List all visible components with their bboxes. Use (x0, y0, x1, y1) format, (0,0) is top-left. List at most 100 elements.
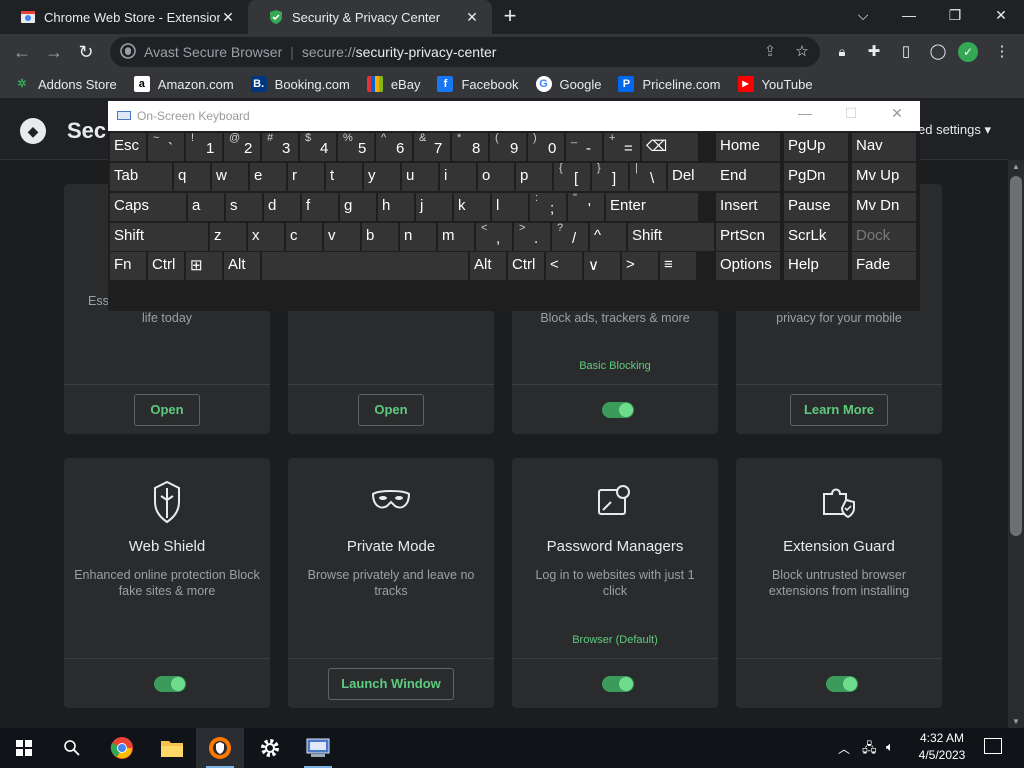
toggle-switch[interactable] (602, 402, 634, 418)
osk-key[interactable]: ! 1 (186, 132, 222, 161)
osk-nav-key[interactable]: Options (716, 252, 780, 280)
security-check-icon[interactable]: ✓ (958, 42, 978, 62)
osk-nav-key[interactable]: End (716, 163, 780, 191)
bookmark-booking[interactable]: B. Booking.com (250, 76, 350, 92)
osk-key[interactable]: {[ (554, 162, 590, 191)
osk-nav-key[interactable]: PrtScn (716, 223, 780, 251)
bookmark-star-icon[interactable]: ☆ (792, 42, 812, 62)
osk-key[interactable]: Alt (470, 252, 506, 280)
tab-chrome-web-store[interactable]: Chrome Web Store - Extensions ✕ (0, 0, 248, 34)
osk-key[interactable]: :; (530, 192, 566, 221)
notifications-icon[interactable] (984, 738, 1002, 754)
avast-browser-taskbar-icon[interactable] (196, 728, 244, 768)
tab-security-privacy[interactable]: Security & Privacy Center ✕ (248, 0, 492, 34)
osk-key[interactable]: t (326, 163, 362, 191)
osk-nav-key[interactable]: Dock (852, 223, 916, 251)
osk-key[interactable]: Tab (110, 163, 172, 191)
taskbar-clock[interactable]: 4:32 AM 4/5/2023 (912, 730, 972, 764)
osk-nav-key[interactable]: PgDn (784, 163, 848, 191)
osk-minimize-button[interactable]: — (790, 105, 820, 121)
profile-icon[interactable]: ◯ (928, 42, 948, 62)
osk-nav-key[interactable]: Nav (852, 133, 916, 161)
password-managers-toggle[interactable] (602, 676, 634, 692)
learn-more-button[interactable]: Learn More (790, 394, 888, 426)
open-button[interactable]: Open (134, 394, 200, 426)
osk-key[interactable]: c (286, 223, 322, 251)
network-icon[interactable]: 🖧︎ (862, 739, 877, 761)
osk-key[interactable]: " ' (568, 192, 604, 221)
scroll-down-icon[interactable]: ▼ (1008, 717, 1024, 726)
osk-nav-key[interactable]: Home (716, 133, 780, 161)
chrome-taskbar-icon[interactable] (98, 728, 146, 768)
close-tab-icon[interactable]: ✕ (220, 9, 236, 26)
osk-nav-key[interactable]: Help (784, 252, 848, 280)
reload-icon[interactable]: ↻ (74, 40, 98, 64)
osk-nav-key[interactable]: ScrLk (784, 223, 848, 251)
osk-key[interactable]: * 8 (452, 132, 488, 161)
bookmark-priceline[interactable]: P Priceline.com (618, 76, 721, 92)
minimize-button[interactable]: — (886, 0, 932, 30)
osk-key[interactable]: o (478, 163, 514, 191)
osk-key[interactable]: | \ (630, 162, 666, 191)
osk-key[interactable]: ? / (552, 222, 588, 251)
bookmark-addons-store[interactable]: ✲ Addons Store (14, 76, 116, 92)
osk-key[interactable]: (9 (490, 132, 526, 161)
osk-key[interactable]: v (324, 223, 360, 251)
osk-key[interactable]: f (302, 193, 338, 221)
osk-key[interactable]: g (340, 193, 376, 221)
osk-key[interactable]: > (622, 252, 658, 280)
launch-window-button[interactable]: Launch Window (328, 668, 454, 700)
osk-nav-key[interactable]: Pause (784, 193, 848, 221)
osk-key[interactable]: Enter (606, 193, 698, 221)
osk-key[interactable]: Shift (628, 223, 714, 251)
osk-key[interactable]: Alt (224, 252, 260, 280)
forward-arrow-icon[interactable]: → (42, 40, 66, 64)
osk-key[interactable]: ^ (590, 223, 626, 251)
windows-start-icon[interactable] (0, 728, 48, 768)
menu-kebab-icon[interactable]: ⋮ (992, 42, 1012, 62)
extensions-puzzle-icon[interactable]: ✚ (864, 42, 884, 62)
osk-key[interactable]: h (378, 193, 414, 221)
osk-key[interactable]: l (492, 193, 528, 221)
file-explorer-icon[interactable] (148, 728, 196, 768)
osk-key[interactable]: n (400, 223, 436, 251)
osk-key[interactable]: _ - (566, 132, 602, 161)
osk-close-button[interactable]: ✕ (882, 105, 912, 122)
osk-key[interactable]: m (438, 223, 474, 251)
osk-key[interactable]: >. (514, 222, 550, 251)
osk-key[interactable]: @2 (224, 132, 260, 161)
volume-icon[interactable]: 🔈︎ (886, 739, 894, 755)
osk-nav-key[interactable]: Mv Dn (852, 193, 916, 221)
osk-nav-key[interactable]: Insert (716, 193, 780, 221)
search-icon[interactable] (48, 728, 96, 768)
osk-key[interactable]: #3 (262, 132, 298, 161)
osk-key[interactable]: b (362, 223, 398, 251)
osk-key[interactable]: k (454, 193, 490, 221)
tray-chevron-up-icon[interactable]: ︿ (838, 740, 850, 757)
osk-key[interactable]: Ctrl (508, 252, 544, 280)
osk-key[interactable]: Ctrl (148, 252, 184, 280)
on-screen-keyboard-taskbar-icon[interactable] (294, 728, 342, 768)
osk-key[interactable]: z (210, 223, 246, 251)
page-scrollbar[interactable]: ▲ ▼ (1008, 160, 1024, 728)
advanced-settings-link[interactable]: ed settings ▾ (918, 122, 991, 138)
osk-key[interactable] (262, 252, 468, 280)
osk-key[interactable]: Caps (110, 193, 186, 221)
osk-key[interactable]: j (416, 193, 452, 221)
osk-nav-key[interactable]: PgUp (784, 133, 848, 161)
osk-key[interactable]: w (212, 163, 248, 191)
tab-search-chevron-icon[interactable]: ⌵ (840, 0, 886, 30)
osk-key[interactable]: u (402, 163, 438, 191)
osk-key[interactable]: ⌫ (642, 133, 698, 161)
osk-key[interactable]: ≡ (660, 252, 696, 280)
osk-key[interactable]: x (248, 223, 284, 251)
address-bar[interactable]: Avast Secure Browser | secure:// securit… (110, 37, 820, 67)
osk-key[interactable]: ∨ (584, 252, 620, 280)
osk-key[interactable]: + = (604, 132, 640, 161)
osk-maximize-button[interactable]: ☐ (836, 105, 866, 122)
open-button[interactable]: Open (358, 394, 424, 426)
osk-key[interactable]: ⊞ (186, 252, 222, 280)
osk-key[interactable]: p (516, 163, 552, 191)
osk-key[interactable]: % 5 (338, 132, 374, 161)
lock-extension-icon[interactable]: 🔒︎ (832, 42, 852, 62)
